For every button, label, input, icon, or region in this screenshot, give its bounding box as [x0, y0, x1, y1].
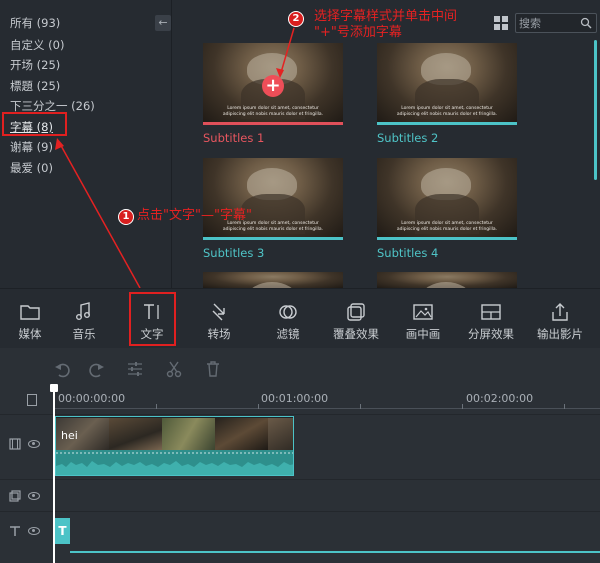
thumbnail-bar: [203, 237, 343, 240]
music-note-icon: [76, 302, 90, 320]
track-separator: [0, 479, 600, 480]
subtitle-thumbnail-2[interactable]: Lorem ipsum dolor sit amet, consectetur …: [377, 43, 517, 123]
tool-pip-label: 画中画: [405, 327, 441, 341]
thumbnail-caption: Lorem ipsum dolor sit amet, consectetur …: [396, 106, 498, 117]
eye-icon[interactable]: [28, 492, 40, 500]
delete-icon[interactable]: [204, 360, 222, 378]
subtitle-thumbnail-4[interactable]: Lorem ipsum dolor sit amet, consectetur …: [377, 158, 517, 238]
eye-icon[interactable]: [28, 527, 40, 535]
clip-label: hei: [61, 429, 78, 442]
annotation-arrow-1: [55, 138, 141, 289]
tool-transition[interactable]: 转场: [197, 289, 241, 349]
timeline-scrollbar[interactable]: [70, 551, 600, 553]
clip-frame: [215, 418, 268, 450]
transition-icon: [212, 303, 225, 321]
thumbnail-image: [203, 272, 343, 288]
snap-icon[interactable]: [27, 394, 37, 406]
thumbnail-bar: [377, 122, 517, 125]
tool-overlay-label: 覆叠效果: [333, 327, 379, 341]
playhead[interactable]: [53, 388, 55, 563]
timeline-ruler[interactable]: 00:00:00:00 00:01:00:00 00:02:00:00: [0, 388, 600, 412]
eye-icon[interactable]: [28, 440, 40, 448]
grid-view-icon[interactable]: [494, 16, 508, 30]
tool-music-label: 音乐: [72, 327, 96, 341]
filter-icon: [279, 305, 297, 319]
tool-music[interactable]: 音乐: [62, 289, 106, 349]
track-separator: [0, 511, 600, 512]
subtitle-thumbnail-5[interactable]: [203, 272, 343, 288]
waveform-graphic: [56, 452, 293, 475]
tool-overlay[interactable]: 覆叠效果: [328, 289, 384, 349]
overlay-track-icon: [9, 490, 21, 502]
thumbnail-image: [377, 272, 517, 288]
tool-export[interactable]: 输出影片: [532, 289, 588, 349]
undo-icon[interactable]: [53, 360, 71, 378]
subtitle-thumbnail-3[interactable]: Lorem ipsum dolor sit amet, consectetur …: [203, 158, 343, 238]
timecode-1: 00:01:00:00: [261, 392, 329, 405]
film-icon: [9, 438, 21, 450]
video-clip[interactable]: hei: [55, 416, 294, 476]
thumbnail-title-3[interactable]: Subtitles 3: [203, 246, 264, 260]
tool-filter[interactable]: 滤镜: [266, 289, 310, 349]
category-titles[interactable]: 標題 (25): [10, 78, 60, 94]
annotation-arrow-2: [276, 27, 295, 78]
timecode-2: 00:02:00:00: [466, 392, 534, 405]
thumbnail-caption: Lorem ipsum dolor sit amet, consectetur …: [396, 221, 498, 232]
search-box[interactable]: [515, 13, 597, 33]
annotation-text-2a: 选择字幕样式并单击中间: [314, 9, 458, 24]
category-favorites[interactable]: 最爱 (0): [10, 160, 53, 176]
thumbnail-title-1[interactable]: Subtitles 1: [203, 131, 264, 145]
export-icon: [552, 303, 568, 321]
tool-split-screen-label: 分屏效果: [468, 327, 514, 341]
library-scrollbar[interactable]: [594, 40, 597, 180]
selection-bar: [203, 122, 343, 125]
tool-media-label: 媒体: [18, 327, 42, 341]
category-custom[interactable]: 自定义 (0): [10, 37, 64, 53]
tool-transition-label: 转场: [207, 327, 231, 341]
category-credits[interactable]: 谢幕 (9): [10, 139, 53, 155]
folder-icon: [20, 305, 40, 320]
text-clip[interactable]: T: [55, 518, 70, 544]
cut-icon[interactable]: [165, 360, 183, 378]
annotation-text-2b: "+"号添加字幕: [314, 25, 402, 40]
main-toolbar: 媒体 音乐 文字 转场 滤镜 覆叠效果 画中画 分屏效果 输出影片: [0, 288, 600, 348]
clip-frame: [109, 418, 162, 450]
tool-pip[interactable]: 画中画: [401, 289, 445, 349]
adjust-icon[interactable]: [126, 360, 144, 378]
highlight-box-subtitles: [2, 112, 67, 136]
thumbnail-caption: Lorem ipsum dolor sit amet, consectetur …: [222, 106, 324, 117]
thumbnail-title-2[interactable]: Subtitles 2: [377, 131, 438, 145]
annotation-text-1: 点击"文字"—"字幕": [137, 208, 252, 223]
tool-export-label: 输出影片: [537, 327, 583, 341]
tool-media[interactable]: 媒体: [8, 289, 52, 349]
arrow-left-icon[interactable]: ←: [155, 15, 171, 31]
split-screen-icon: [481, 304, 501, 320]
category-opening[interactable]: 开场 (25): [10, 57, 60, 73]
highlight-box-text-tool: [129, 292, 176, 346]
ruler-line: [54, 408, 600, 409]
timecode-0: 00:00:00:00: [58, 392, 126, 405]
clip-frame: [268, 418, 293, 450]
category-all[interactable]: 所有 (93): [10, 15, 60, 31]
overlay-icon: [347, 303, 365, 321]
tool-filter-label: 滤镜: [276, 327, 300, 341]
edit-toolbar: [0, 348, 600, 388]
search-input[interactable]: [519, 15, 581, 31]
track-separator: [0, 414, 600, 415]
search-icon[interactable]: [580, 17, 592, 29]
audio-waveform: [56, 450, 293, 475]
thumbnail-bar: [377, 237, 517, 240]
picture-in-picture-icon: [413, 304, 433, 320]
clip-frame: [162, 418, 215, 450]
tool-split-screen[interactable]: 分屏效果: [463, 289, 519, 349]
text-track-icon: [10, 526, 20, 536]
subtitle-thumbnail-6[interactable]: [377, 272, 517, 288]
thumbnail-title-4[interactable]: Subtitles 4: [377, 246, 438, 260]
redo-icon[interactable]: [88, 360, 106, 378]
